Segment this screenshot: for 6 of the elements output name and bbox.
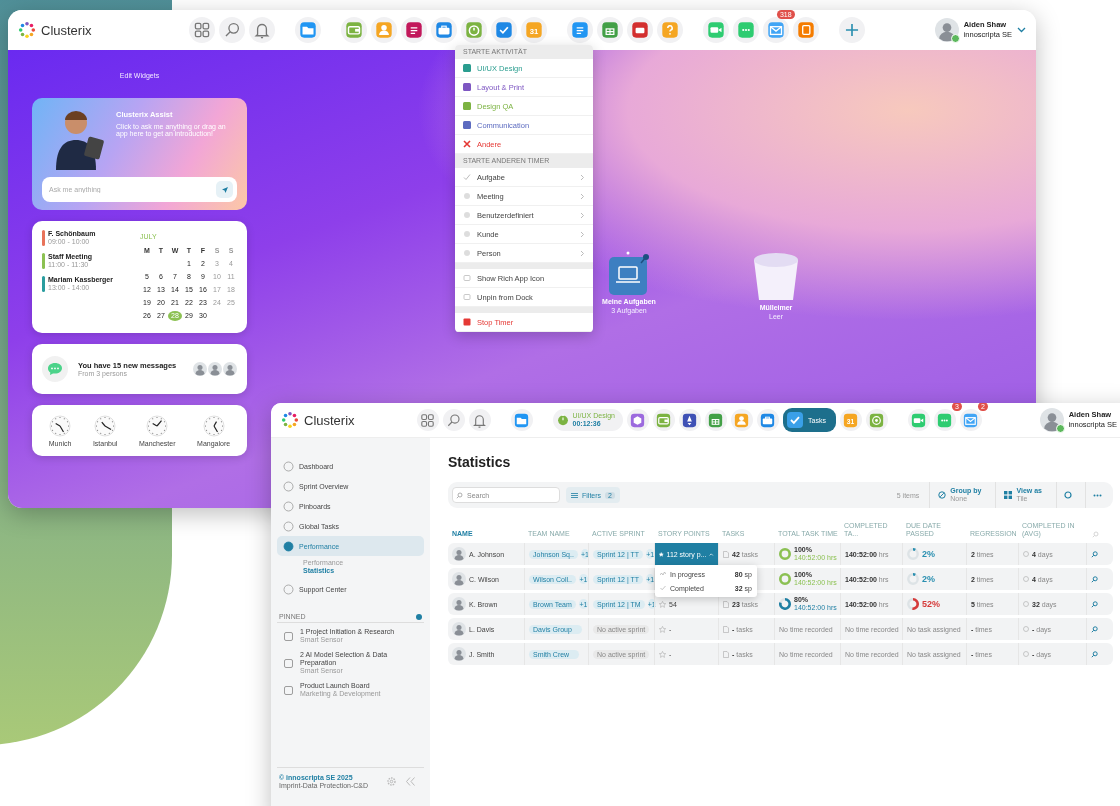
due-percent: 52% xyxy=(922,599,940,609)
page-title: Statistics xyxy=(448,454,512,470)
due-percent: 2% xyxy=(922,549,935,559)
logo-text: Clusterix xyxy=(304,412,355,428)
logo-text: Clusterix xyxy=(41,22,92,38)
due-percent: 2% xyxy=(922,574,935,584)
